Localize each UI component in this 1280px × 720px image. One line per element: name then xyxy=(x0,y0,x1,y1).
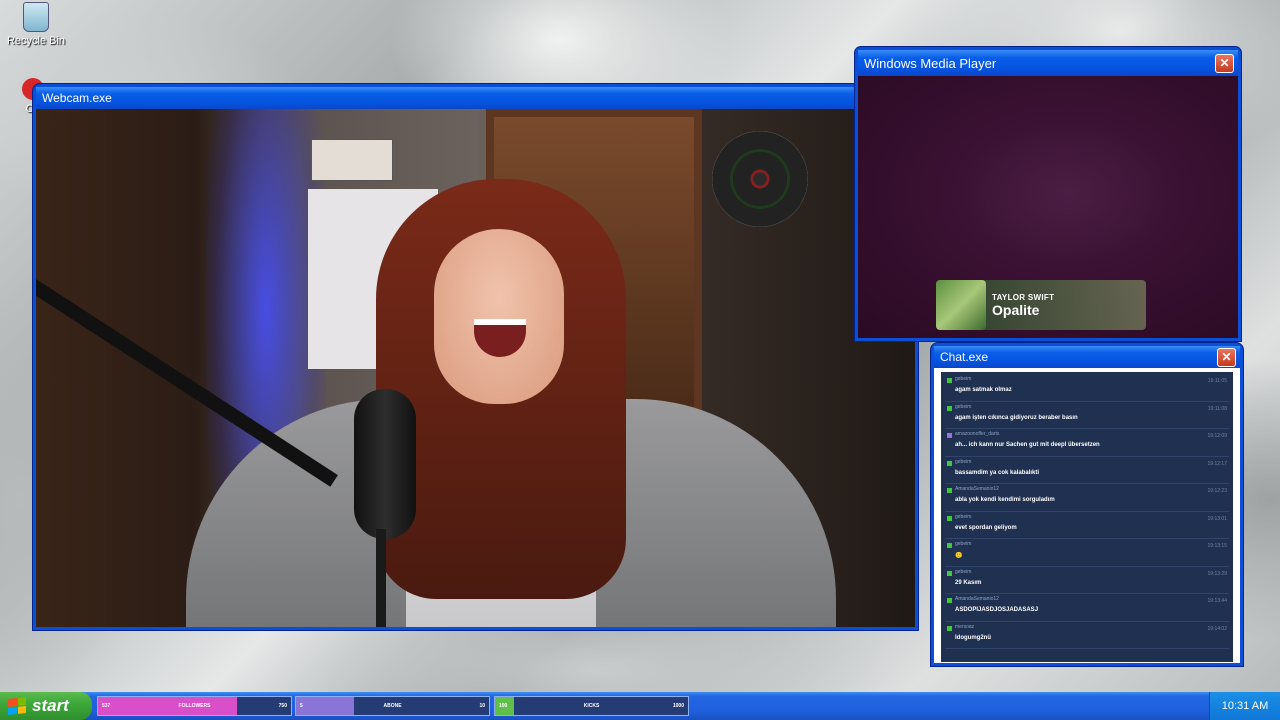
user-badge-icon xyxy=(947,625,952,631)
webcam-feed xyxy=(36,109,915,627)
chat-window[interactable]: Chat.exe ✕ gebeim 19:11:05 agam satmak olm… xyxy=(931,343,1243,666)
goal-target: 1000 xyxy=(672,703,684,709)
user-badge-icon xyxy=(947,433,952,438)
start-button[interactable]: start xyxy=(0,692,92,720)
chat-timestamp: 19:13:44 xyxy=(1207,598,1227,604)
taskbar: start 537 FOLLOWERS 750 5 ABONE 10 100 KICKS 100… xyxy=(0,692,1280,720)
chat-timestamp: 19:13:29 xyxy=(1207,570,1227,577)
system-clock: 10:31 AM xyxy=(1209,692,1280,720)
goal-bar-followers: 537 FOLLOWERS 750 xyxy=(97,696,292,716)
wall-sign xyxy=(311,139,393,181)
chat-close-button[interactable]: ✕ xyxy=(1217,347,1236,367)
chat-username: gebeim xyxy=(955,403,972,410)
chat-username: mersoaz xyxy=(955,623,975,630)
chat-message: gebeim 19:11:05 agam satmak olmaz xyxy=(945,374,1229,402)
goal-bar-kicks: 100 KICKS 1000 xyxy=(494,696,689,716)
media-player-close-button[interactable]: ✕ xyxy=(1215,53,1234,73)
now-playing-song: Opalite xyxy=(992,301,1040,318)
chat-message: gebeim 19:11:08 agam işten cıkınca gidiyor… xyxy=(945,402,1229,429)
chat-text: ldogumg2nü xyxy=(955,634,991,641)
chat-text: ah... ich kann nur Sachen gut mit deepl … xyxy=(955,442,1100,448)
chat-timestamp: 19:12:09 xyxy=(1207,433,1227,439)
chat-timestamp: 19:12:23 xyxy=(1207,488,1227,494)
recycle-bin-shortcut[interactable]: Recycle Bin xyxy=(6,2,66,47)
chat-text: evet spordan geliyom xyxy=(955,524,1017,531)
chat-message: gebeim 19:13:01 evet spordan geliyom xyxy=(945,512,1229,539)
chat-message: amazoonoffer_darts 19:12:09 ah... ich kann… xyxy=(945,429,1229,457)
chat-message: gebeim 19:13:15 🙂 xyxy=(945,539,1229,567)
start-label: start xyxy=(32,696,69,715)
chat-message: AmandaSemanio12 19:12:23 abla yok kendi ke… xyxy=(945,484,1229,512)
webcam-titlebar[interactable]: Webcam.exe xyxy=(36,87,915,109)
now-playing-artist: TAYLOR SWIFT xyxy=(992,292,1055,302)
dartboard xyxy=(712,131,808,227)
chat-message: mersoaz 19:14:02 ldogumg2nü xyxy=(945,622,1229,649)
chat-text: 29 Kasım xyxy=(955,579,982,586)
goal-target: 750 xyxy=(278,703,287,709)
chat-timestamp: 19:11:05 xyxy=(1207,378,1227,384)
chat-timestamp: 19:12:17 xyxy=(1207,460,1227,467)
chat-username: gebeim xyxy=(955,458,972,465)
user-badge-icon xyxy=(947,378,952,383)
goal-target: 10 xyxy=(479,703,485,709)
goal-label: KICKS xyxy=(583,703,600,709)
windows-logo-icon xyxy=(8,697,26,715)
chat-text: 🙂 xyxy=(955,553,963,559)
user-badge-icon xyxy=(947,460,952,466)
chat-text: abla yok kendi kendimi sorguladım xyxy=(955,497,1055,503)
chat-username: gebeim xyxy=(955,568,972,575)
chat-message: gebeim 19:12:17 bassamdim ya cok kalabalık… xyxy=(945,457,1229,484)
media-player-window[interactable]: Windows Media Player ✕ TAYLOR SWIFT Opal… xyxy=(855,47,1241,341)
user-badge-icon xyxy=(947,570,952,576)
user-badge-icon xyxy=(947,488,952,493)
chat-timestamp: 19:13:01 xyxy=(1207,515,1227,522)
microphone xyxy=(354,389,416,539)
chat-message: gebeim 19:13:29 29 Kasım xyxy=(945,567,1229,594)
chat-username: gebeim xyxy=(955,513,972,520)
recycle-bin-label: Recycle Bin xyxy=(6,35,66,47)
user-badge-icon xyxy=(947,598,952,603)
recycle-bin-icon xyxy=(23,2,49,32)
chat-username: gebeim xyxy=(955,376,972,382)
webcam-title: Webcam.exe xyxy=(42,91,112,105)
album-art xyxy=(936,280,986,330)
webcam-window[interactable]: Webcam.exe xyxy=(33,84,918,630)
chat-username: gebeim xyxy=(955,541,972,547)
chat-message-list[interactable]: gebeim 19:11:05 agam satmak olmaz gebeim 19:… xyxy=(941,372,1233,662)
goal-label: ABONE xyxy=(383,703,402,709)
chat-titlebar[interactable]: Chat.exe ✕ xyxy=(934,346,1240,368)
chat-text: ASDOPIJASDJOSJADASASJ xyxy=(955,607,1039,613)
media-player-title: Windows Media Player xyxy=(864,55,997,71)
chat-username: AmandaSemanio12 xyxy=(955,596,999,602)
chat-timestamp: 19:11:08 xyxy=(1207,405,1227,412)
chat-text: agam işten cıkınca gidiyoruz beraber bas… xyxy=(955,414,1078,421)
chat-timestamp: 19:13:15 xyxy=(1207,543,1227,549)
streamer-face xyxy=(434,229,564,404)
media-player-titlebar[interactable]: Windows Media Player ✕ xyxy=(858,50,1238,76)
now-playing-card: TAYLOR SWIFT Opalite xyxy=(936,280,1146,330)
goal-bar-abone: 5 ABONE 10 xyxy=(295,696,490,716)
user-badge-icon xyxy=(947,405,952,411)
visualizer-area: TAYLOR SWIFT Opalite xyxy=(858,76,1238,338)
chat-text: agam satmak olmaz xyxy=(955,387,1012,393)
chat-message: AmandaSemanio12 19:13:44 ASDOPIJASDJOSJADA… xyxy=(945,594,1229,622)
chat-title: Chat.exe xyxy=(940,350,989,364)
chat-timestamp: 19:14:02 xyxy=(1207,625,1227,632)
chat-username: AmandaSemanio12 xyxy=(955,486,999,492)
goal-label: FOLLOWERS xyxy=(178,703,211,709)
chat-text: bassamdim ya cok kalabalıkti xyxy=(955,469,1040,476)
user-badge-icon xyxy=(947,515,952,521)
user-badge-icon xyxy=(947,543,952,548)
chat-username: amazoonoffer_darts xyxy=(955,431,1000,437)
